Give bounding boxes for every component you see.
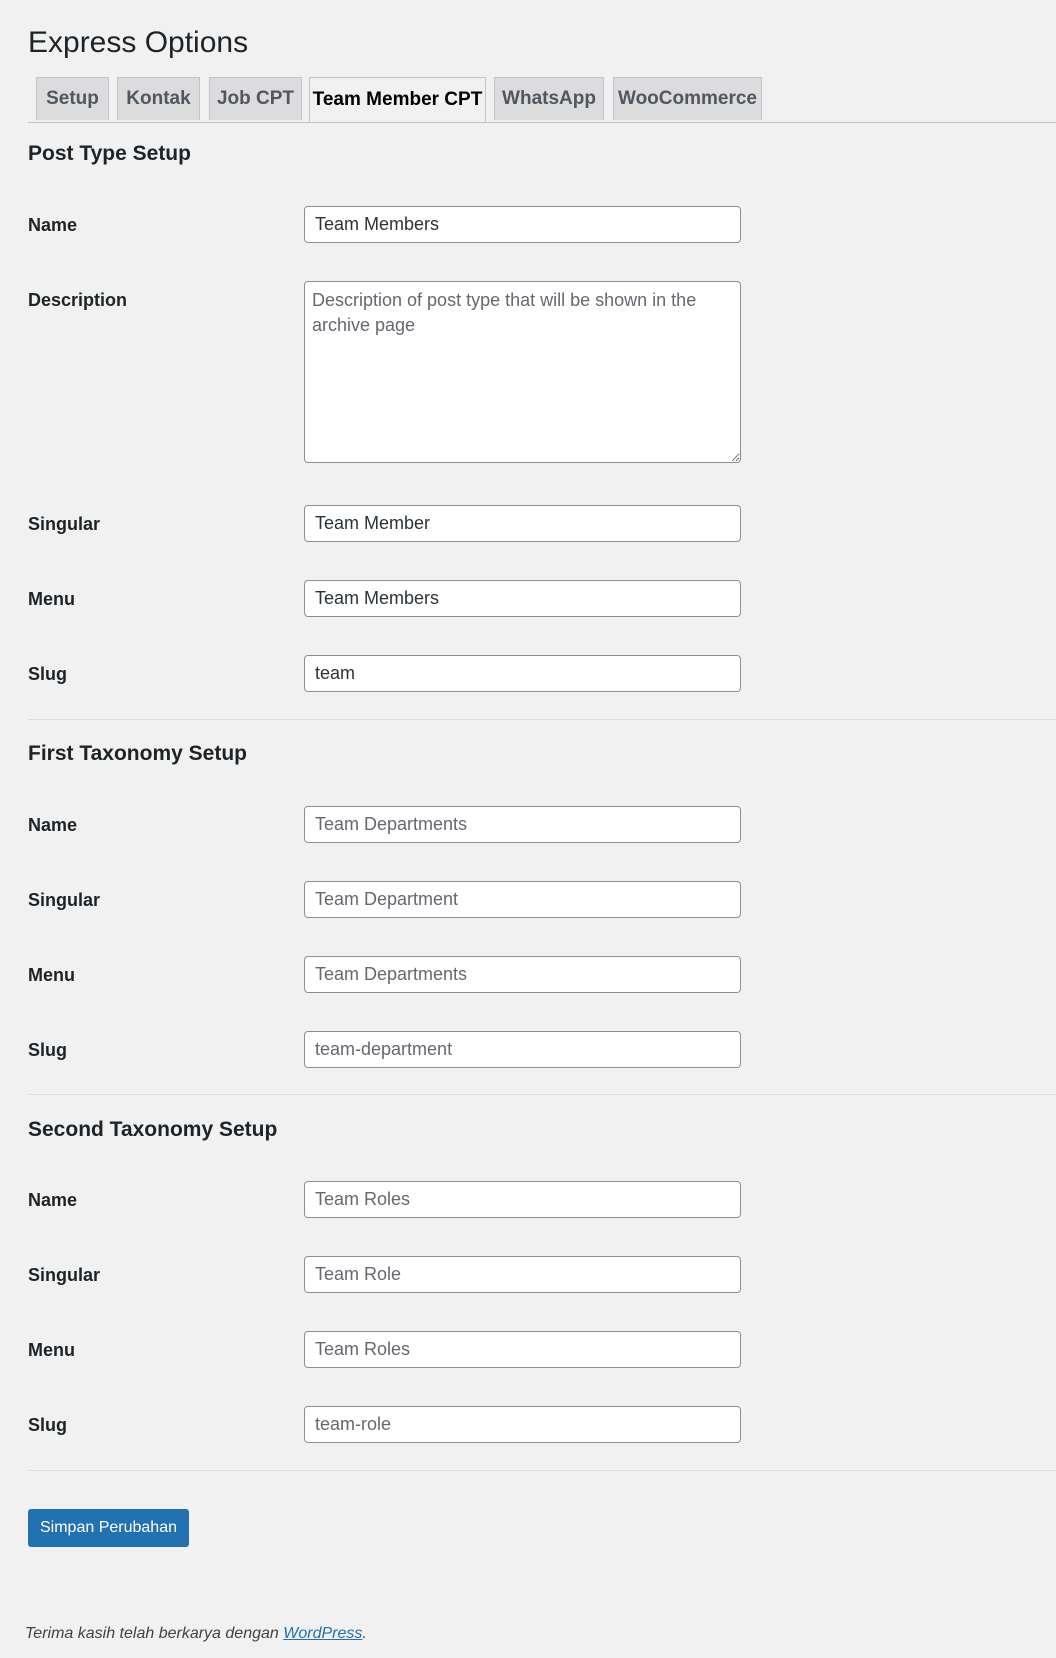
- first-taxonomy-singular-label: Singular: [28, 890, 101, 910]
- tab-bar: Setup Kontak Job CPT Team Member CPT Wha…: [28, 77, 1056, 123]
- post-type-description-textarea[interactable]: [304, 281, 741, 463]
- first-taxonomy-name-label: Name: [28, 815, 78, 835]
- tab-job-cpt[interactable]: Job CPT: [209, 77, 302, 120]
- second-taxonomy-menu-input[interactable]: [304, 1331, 741, 1368]
- second-taxonomy-name-input[interactable]: [304, 1181, 741, 1218]
- section-divider: [28, 1470, 1056, 1471]
- second-taxonomy-name-label: Name: [28, 1190, 78, 1210]
- first-taxonomy-name-input[interactable]: [304, 806, 741, 843]
- second-taxonomy-heading: Second Taxonomy Setup: [28, 1118, 278, 1141]
- first-taxonomy-menu-label: Menu: [28, 965, 75, 985]
- post-type-description-label: Description: [28, 290, 128, 310]
- wordpress-link[interactable]: WordPress: [283, 1625, 362, 1642]
- footer-suffix: .: [362, 1625, 367, 1642]
- post-type-heading: Post Type Setup: [28, 142, 191, 165]
- second-taxonomy-singular-label: Singular: [28, 1265, 101, 1285]
- post-type-name-input[interactable]: [304, 206, 741, 243]
- section-divider: [28, 1094, 1056, 1095]
- footer-text: Terima kasih telah berkarya dengan: [25, 1625, 284, 1642]
- second-taxonomy-slug-input[interactable]: [304, 1406, 741, 1443]
- second-taxonomy-menu-label: Menu: [28, 1340, 75, 1360]
- tab-team-member-cpt[interactable]: Team Member CPT: [309, 77, 486, 122]
- post-type-menu-input[interactable]: [304, 580, 741, 617]
- first-taxonomy-singular-input[interactable]: [304, 881, 741, 918]
- tab-kontak[interactable]: Kontak: [117, 77, 200, 120]
- page-title: Express Options: [28, 26, 249, 59]
- post-type-name-label: Name: [28, 215, 78, 235]
- save-changes-button[interactable]: Simpan Perubahan: [28, 1509, 189, 1547]
- tab-setup[interactable]: Setup: [36, 77, 109, 120]
- post-type-singular-input[interactable]: [304, 505, 741, 542]
- post-type-slug-input[interactable]: [304, 655, 741, 692]
- first-taxonomy-heading: First Taxonomy Setup: [28, 742, 247, 765]
- admin-footer: Terima kasih telah berkarya dengan WordP…: [25, 1625, 367, 1643]
- first-taxonomy-slug-input[interactable]: [304, 1031, 741, 1068]
- post-type-slug-label: Slug: [28, 664, 67, 684]
- section-divider: [28, 719, 1056, 720]
- post-type-menu-label: Menu: [28, 589, 75, 609]
- tab-whatsapp[interactable]: WhatsApp: [494, 77, 604, 120]
- second-taxonomy-slug-label: Slug: [28, 1415, 67, 1435]
- first-taxonomy-slug-label: Slug: [28, 1040, 67, 1060]
- first-taxonomy-menu-input[interactable]: [304, 956, 741, 993]
- post-type-singular-label: Singular: [28, 514, 101, 534]
- second-taxonomy-singular-input[interactable]: [304, 1256, 741, 1293]
- tab-woocommerce[interactable]: WooCommerce: [613, 77, 762, 120]
